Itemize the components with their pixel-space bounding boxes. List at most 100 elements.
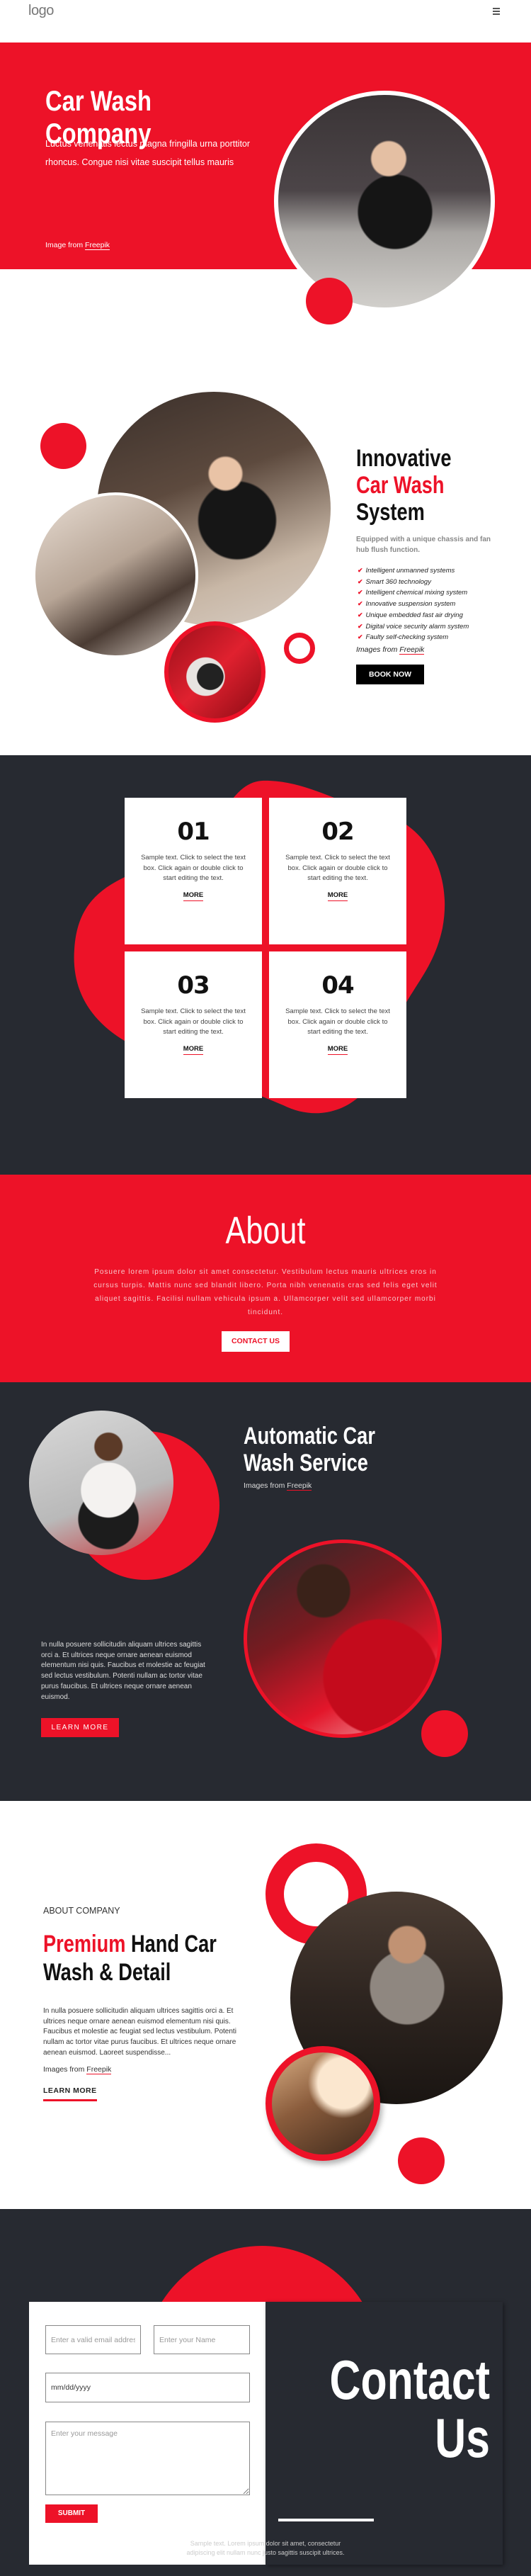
footer-text-line: Sample text. Lorem ipsum dolor sit amet,… — [190, 2540, 341, 2547]
step-text: Sample text. Click to select the text bo… — [141, 1007, 246, 1036]
hamburger-menu-icon[interactable] — [493, 8, 500, 15]
credit-prefix: Images from — [244, 1481, 285, 1490]
email-field[interactable] — [45, 2325, 141, 2354]
hero-text: Luctus venenatis lectus magna fringilla … — [45, 139, 251, 167]
premium-kicker: ABOUT COMPANY — [43, 1906, 120, 1916]
check-icon: ✔ — [358, 611, 363, 618]
decor-red-dot — [306, 278, 353, 324]
features-list-item: ✔ Smart 360 technology — [358, 577, 469, 588]
contact-title-line: Contact — [329, 2349, 490, 2411]
automatic-title-line: Automatic Car — [244, 1423, 375, 1450]
features-list: ✔ Intelligent unmanned systems ✔ Smart 360… — [358, 565, 469, 643]
features-list-item: ✔ Digital voice security alarm system — [358, 621, 469, 633]
features-list-item: ✔ Intelligent unmanned systems — [358, 565, 469, 577]
hero-learn-more-button[interactable]: LEARN MORE — [45, 279, 137, 300]
features-list-item: ✔ Faulty self-checking system — [358, 632, 469, 643]
features-item-label: Intelligent chemical mixing system — [365, 589, 468, 597]
automatic-title-line: Wash Service — [244, 1450, 368, 1476]
contact-title: Contact Us — [315, 2351, 490, 2467]
message-field[interactable] — [45, 2422, 250, 2495]
photo-pressure-wash — [266, 2046, 380, 2161]
automatic-learn-more-button[interactable]: LEARN MORE — [41, 1718, 119, 1737]
check-icon: ✔ — [358, 622, 363, 630]
step-number: 03 — [177, 971, 210, 1000]
premium-title-accent: Premium — [43, 1931, 126, 1958]
step-number: 01 — [177, 818, 210, 846]
check-icon: ✔ — [358, 567, 363, 574]
features-title-line: System — [356, 499, 425, 526]
features-list-item: ✔ Innovative suspension system — [358, 599, 469, 610]
features-item-label: Faulty self-checking system — [365, 633, 449, 642]
decor-divider — [278, 2519, 374, 2521]
features-title-line: Innovative — [356, 445, 452, 472]
hero-image-credit: Image from Freepik — [45, 241, 110, 250]
footer-text: Sample text. Lorem ipsum dolor sit amet,… — [106, 2539, 425, 2558]
premium-title-rest: Hand Car — [125, 1931, 217, 1958]
step-card: 02 Sample text. Click to select the text… — [269, 798, 406, 944]
site-header: logo — [0, 0, 531, 43]
about-text: Posuere lorem ipsum dolor sit amet conse… — [93, 1268, 438, 1316]
step-more-link[interactable]: MORE — [183, 891, 204, 901]
features-item-label: Smart 360 technology — [365, 577, 431, 586]
credit-prefix: Image from — [45, 241, 84, 249]
contact-us-button[interactable]: CONTACT US — [222, 1331, 290, 1352]
premium-title-line: Wash & Detail — [43, 1959, 171, 1986]
freepik-link[interactable]: Freepik — [399, 645, 425, 655]
automatic-image-credit: Images from Freepik — [244, 1481, 312, 1491]
about-title: About — [225, 1209, 306, 1252]
book-now-button[interactable]: BOOK NOW — [356, 665, 424, 684]
features-title: Innovative Car Wash System — [356, 445, 452, 526]
features-list-item: ✔ Unique embedded fast air drying — [358, 610, 469, 621]
photo-woman-red-car — [244, 1540, 442, 1738]
step-card: 03 Sample text. Click to select the text… — [125, 951, 262, 1098]
check-icon: ✔ — [358, 600, 363, 608]
premium-text: In nulla posuere sollicitudin aliquam ul… — [43, 2007, 236, 2057]
hero-photo-woman-washing-car — [274, 91, 495, 312]
credit-prefix: Images from — [356, 645, 398, 654]
decor-red-dot — [398, 2137, 445, 2184]
contact-title-line: Us — [435, 2407, 490, 2469]
check-icon: ✔ — [358, 589, 363, 597]
decor-red-ring — [284, 633, 315, 664]
freepik-link[interactable]: Freepik — [86, 2065, 112, 2074]
step-card: 01 Sample text. Click to select the text… — [125, 798, 262, 944]
step-number: 04 — [321, 971, 354, 1000]
footer-text-line: adipiscing elit nullam nunc justo sagitt… — [186, 2549, 345, 2556]
features-image-credit: Images from Freepik — [356, 645, 425, 655]
photo-glove-sponge — [33, 492, 198, 658]
features-description: Equipped with a unique chassis and fan h… — [356, 536, 491, 554]
freepik-link[interactable]: Freepik — [287, 1481, 312, 1491]
check-icon: ✔ — [358, 633, 363, 641]
features-title-accent: Car Wash — [356, 472, 445, 499]
features-item-label: Digital voice security alarm system — [365, 622, 469, 631]
hero-title-line: Car Wash — [45, 86, 152, 117]
submit-button[interactable]: SUBMIT — [45, 2504, 98, 2523]
step-more-link[interactable]: MORE — [327, 891, 348, 901]
date-field[interactable]: mm/dd/yyyy — [45, 2373, 250, 2402]
decor-red-dot — [40, 423, 86, 469]
step-more-link[interactable]: MORE — [183, 1045, 204, 1055]
credit-prefix: Images from — [43, 2065, 85, 2074]
photo-woman-car-door — [29, 1411, 173, 1555]
photo-red-car-wipe — [164, 621, 266, 723]
premium-title: Premium Hand Car Wash & Detail — [43, 1930, 217, 1987]
automatic-title: Automatic Car Wash Service — [244, 1423, 375, 1476]
step-card: 04 Sample text. Click to select the text… — [269, 951, 406, 1098]
features-item-label: Unique embedded fast air drying — [365, 611, 463, 619]
features-item-label: Intelligent unmanned systems — [365, 567, 455, 575]
decor-red-dot — [421, 1710, 468, 1757]
features-item-label: Innovative suspension system — [365, 600, 456, 609]
step-more-link[interactable]: MORE — [327, 1045, 348, 1055]
logo[interactable]: logo — [28, 3, 54, 19]
premium-image-credit: Images from Freepik — [43, 2065, 112, 2074]
automatic-text: In nulla posuere sollicitudin aliquam ul… — [41, 1641, 205, 1701]
name-field[interactable] — [154, 2325, 250, 2354]
check-icon: ✔ — [358, 577, 363, 585]
step-number: 02 — [321, 818, 354, 846]
step-text: Sample text. Click to select the text bo… — [141, 854, 246, 882]
premium-learn-more-link[interactable]: LEARN MORE — [43, 2086, 97, 2101]
step-text: Sample text. Click to select the text bo… — [285, 1007, 390, 1036]
step-text: Sample text. Click to select the text bo… — [285, 854, 390, 882]
features-list-item: ✔ Intelligent chemical mixing system — [358, 587, 469, 599]
freepik-link[interactable]: Freepik — [85, 241, 110, 250]
